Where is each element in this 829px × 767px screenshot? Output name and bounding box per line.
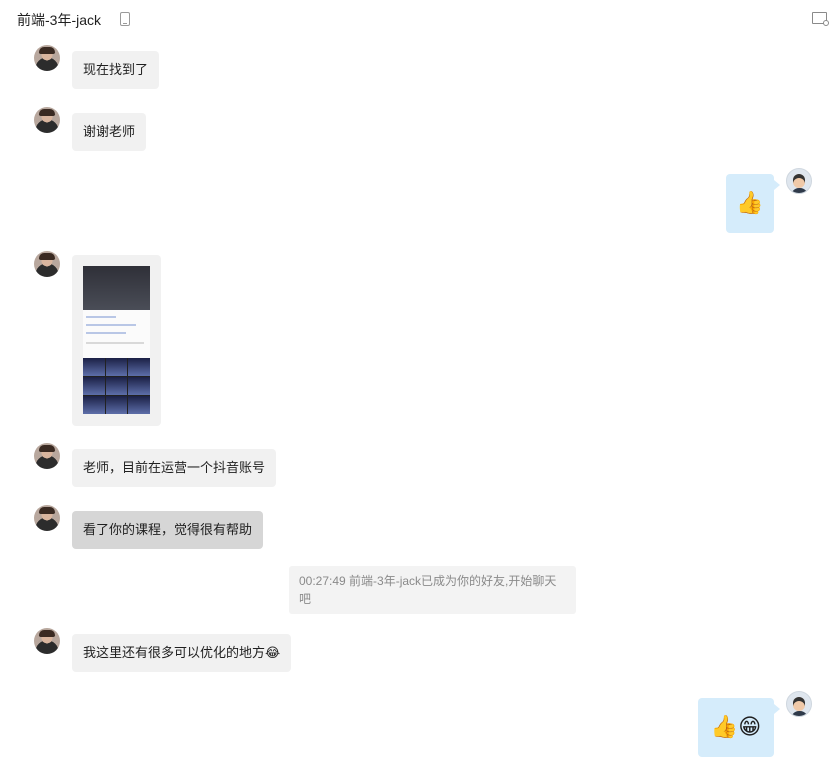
image-message[interactable] <box>72 255 161 426</box>
avatar[interactable] <box>34 443 60 469</box>
chat-title: 前端-3年-jack <box>17 12 102 28</box>
message-bubble-right[interactable]: 👍 <box>726 174 780 233</box>
avatar[interactable] <box>786 168 812 194</box>
message-bubble[interactable]: 看了你的课程，觉得很有帮助 <box>72 511 264 549</box>
avatar[interactable] <box>34 251 60 277</box>
avatar[interactable] <box>34 505 60 531</box>
avatar[interactable] <box>786 691 812 717</box>
chat-header: 前端-3年-jack <box>0 0 829 38</box>
avatar[interactable] <box>34 107 60 133</box>
message-bubble[interactable]: 谢谢老师 <box>72 113 147 151</box>
message-bubble[interactable]: 现在找到了 <box>72 51 160 89</box>
avatar[interactable] <box>34 628 60 654</box>
message-bubble[interactable]: 老师，目前在运营一个抖音账号 <box>72 449 277 487</box>
message-bubble-right[interactable]: 👍😁 <box>698 698 780 757</box>
avatar[interactable] <box>34 45 60 71</box>
screenshot-image[interactable] <box>83 266 150 414</box>
screen-share-icon[interactable] <box>812 12 829 26</box>
message-bubble[interactable]: 我这里还有很多可以优化的地方😂 <box>72 634 292 672</box>
phone-icon[interactable] <box>120 12 130 26</box>
system-notice: 00:27:49 前端-3年-jack已成为你的好友,开始聊天吧 <box>289 566 576 614</box>
